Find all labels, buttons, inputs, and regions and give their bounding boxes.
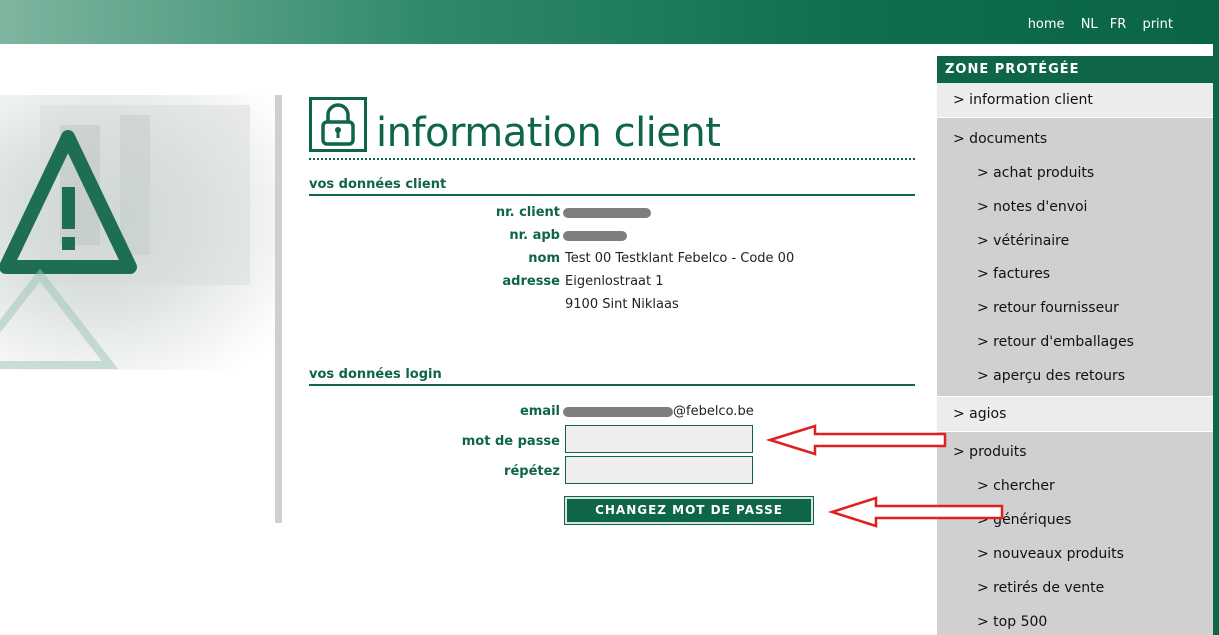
print-link[interactable]: print [1142,17,1173,32]
apb-nr-label: nr. apb [509,228,560,243]
sidebar-separator [937,117,1213,118]
sidebar-edge [1213,44,1219,635]
warning-triangle-icon [0,105,250,369]
change-password-button[interactable]: CHANGEZ MOT DE PASSE [565,497,813,524]
sidebar-item-retires-de-vente[interactable]: > retirés de vente [937,576,1213,600]
name-label: nom [528,251,560,266]
address-line-1: Eigenlostraat 1 [565,274,664,289]
top-links: home NL FR print [1016,17,1173,32]
email-domain: @febelco.be [673,404,754,419]
client-section-heading: vos données client [309,177,915,196]
sidebar: ZONE PROTÉGÉE > information client > doc… [937,56,1213,635]
sidebar-separator [937,431,1213,432]
padlock-icon [309,97,367,152]
sidebar-item-top-500[interactable]: > top 500 [937,610,1213,634]
client-nr-label: nr. client [495,205,560,220]
fr-language-link[interactable]: FR [1110,17,1127,32]
password-input[interactable] [565,425,753,453]
apb-nr-value [563,228,627,243]
sidebar-item-chercher[interactable]: > chercher [937,474,1213,498]
sidebar-item-agios[interactable]: > agios [937,397,1213,431]
redacted-apb-nr [563,230,627,241]
redacted-client-nr [563,207,651,218]
red-arrow-password [765,424,947,456]
email-value: @febelco.be [563,404,754,419]
protected-zone-header: ZONE PROTÉGÉE [937,56,1213,83]
sidebar-item-produits[interactable]: > produits [937,440,1213,464]
sidebar-item-generiques[interactable]: > génériques [937,508,1213,532]
address-label: adresse [502,274,560,289]
home-link[interactable]: home [1028,17,1065,32]
email-label: email [519,404,560,419]
sidebar-item-veterinaire[interactable]: > vétérinaire [937,229,1213,253]
password-label: mot de passe [461,434,560,449]
redacted-email-user [563,406,673,417]
sidebar-item-achat-produits[interactable]: > achat produits [937,161,1213,185]
decorative-photo [0,95,275,370]
sidebar-item-documents[interactable]: > documents [937,127,1213,151]
client-nr-value [563,205,651,220]
sidebar-item-factures[interactable]: > factures [937,262,1213,286]
content-divider [275,95,282,523]
repeat-password-input[interactable] [565,456,753,484]
login-section-heading: vos données login [309,367,915,386]
sidebar-item-retour-emballages[interactable]: > retour d'emballages [937,330,1213,354]
title-divider [309,158,915,160]
page-title: information client [376,110,721,156]
repeat-password-label: répétez [504,464,560,479]
address-line-2: 9100 Sint Niklaas [565,297,679,312]
sidebar-item-notes-envoi[interactable]: > notes d'envoi [937,195,1213,219]
sidebar-item-information-client[interactable]: > information client [937,83,1213,117]
name-value: Test 00 Testklant Febelco - Code 00 [565,251,795,266]
nl-language-link[interactable]: NL [1081,17,1098,32]
sidebar-item-retour-fournisseur[interactable]: > retour fournisseur [937,296,1213,320]
top-bar: home NL FR print [0,0,1219,44]
sidebar-item-apercu-retours[interactable]: > aperçu des retours [937,364,1213,388]
sidebar-item-nouveaux-produits[interactable]: > nouveaux produits [937,542,1213,566]
